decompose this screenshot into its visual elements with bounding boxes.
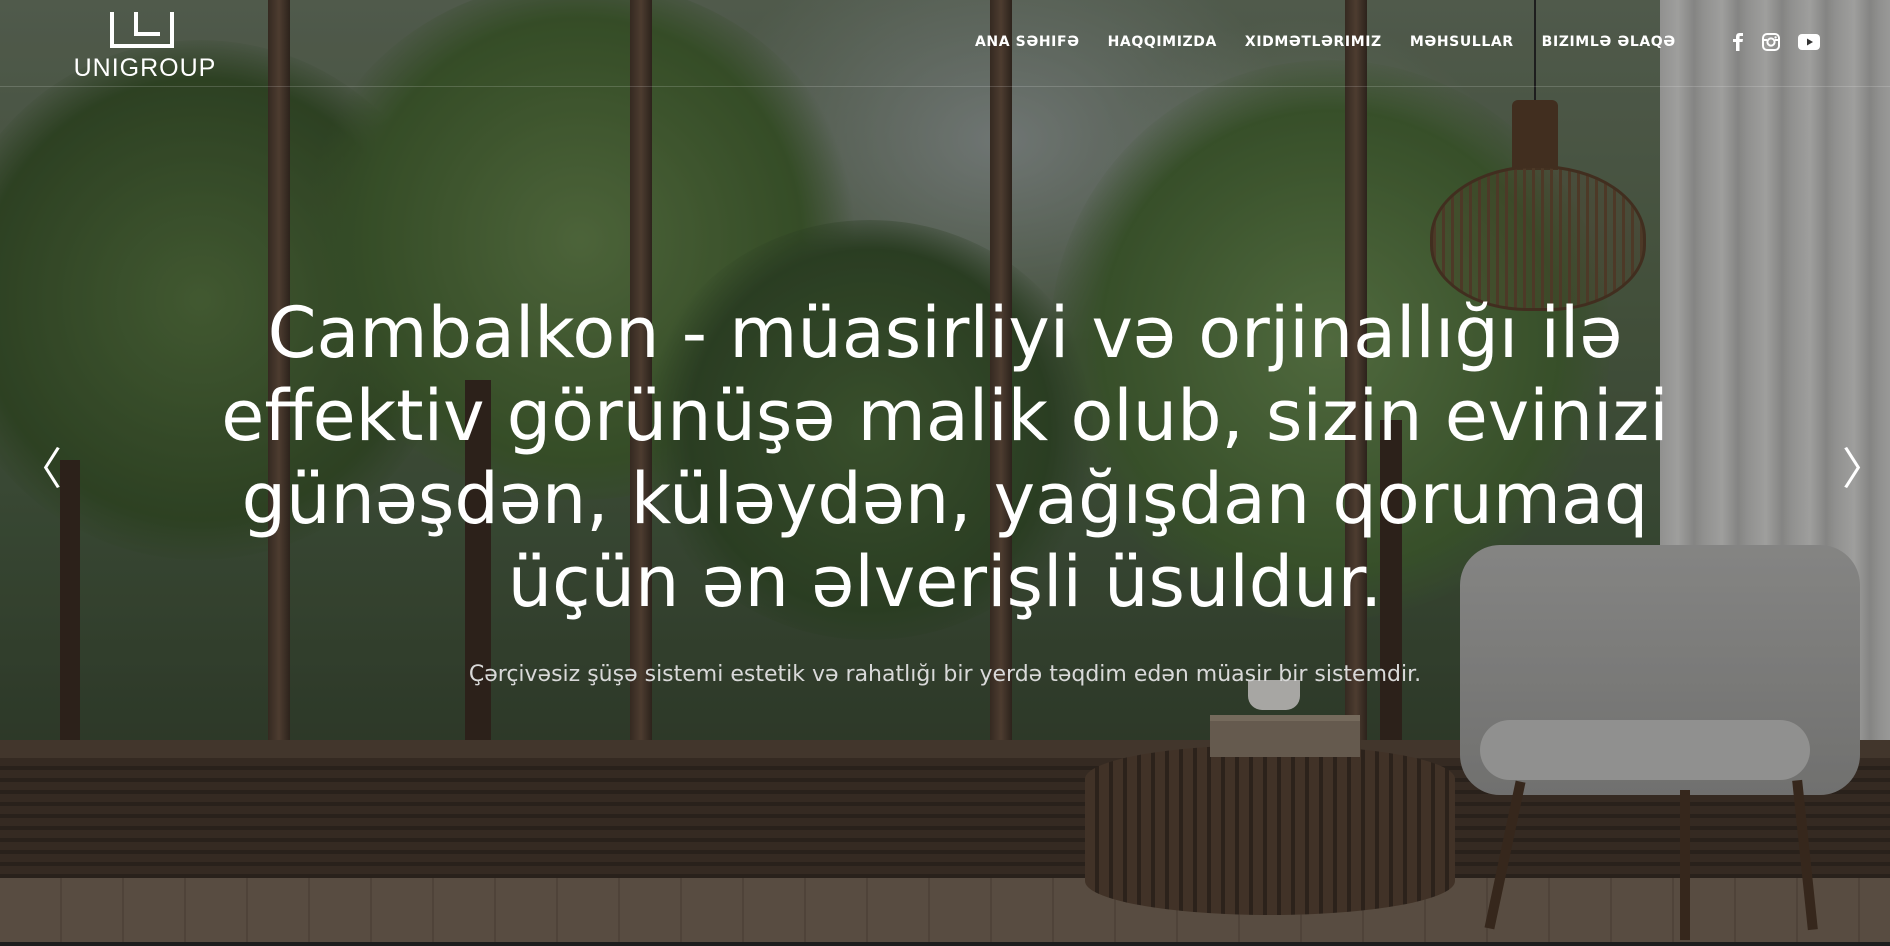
- slider-prev-button[interactable]: 〈: [18, 445, 62, 495]
- hero-slider: UNIGROUP ANA SƏHIFƏ HAQQIMIZDA XIDMƏTLƏR…: [0, 0, 1890, 946]
- main-nav: ANA SƏHIFƏ HAQQIMIZDA XIDMƏTLƏRIMIZ MƏHS…: [975, 34, 1704, 54]
- nav-item-contact[interactable]: BIZIMLƏ ƏLAQƏ: [1542, 34, 1676, 54]
- logo-text: UNIGROUP: [73, 54, 217, 82]
- social-links: [1732, 33, 1820, 55]
- chevron-right-icon: 〉: [1842, 444, 1886, 495]
- instagram-icon[interactable]: [1762, 33, 1780, 55]
- youtube-icon[interactable]: [1798, 34, 1820, 54]
- site-header: UNIGROUP ANA SƏHIFƏ HAQQIMIZDA XIDMƏTLƏR…: [0, 0, 1890, 87]
- slider-next-button[interactable]: 〉: [1842, 445, 1886, 495]
- nav-item-services[interactable]: XIDMƏTLƏRIMIZ: [1245, 34, 1382, 54]
- logo[interactable]: UNIGROUP: [60, 10, 230, 82]
- nav-item-products[interactable]: MƏHSULLAR: [1410, 34, 1514, 54]
- hero-headline: Cambalkon - müasirliyi və orjinallığı il…: [221, 292, 1669, 623]
- logo-mark-icon: [110, 12, 174, 48]
- nav-item-about[interactable]: HAQQIMIZDA: [1108, 34, 1217, 54]
- nav-item-home[interactable]: ANA SƏHIFƏ: [975, 34, 1080, 54]
- facebook-icon[interactable]: [1732, 33, 1744, 55]
- hero-subline: Çərçivəsiz şüşə sistemi estetik və rahat…: [468, 662, 1422, 687]
- bottom-edge: [0, 942, 1890, 946]
- chevron-left-icon: 〈: [18, 444, 62, 495]
